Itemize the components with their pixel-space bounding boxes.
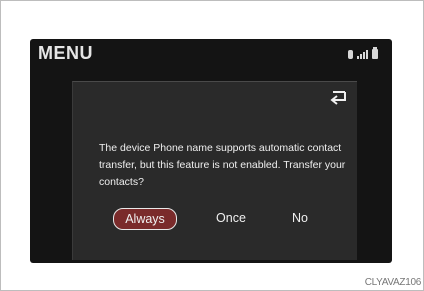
always-button[interactable]: Always xyxy=(113,208,177,230)
contact-transfer-dialog: The device Phone name supports automatic… xyxy=(72,81,357,260)
bluetooth-icon xyxy=(348,50,353,59)
no-button[interactable]: No xyxy=(285,208,315,228)
back-button[interactable] xyxy=(325,86,351,106)
back-arrow-icon xyxy=(330,91,346,105)
menu-title: MENU xyxy=(38,43,93,63)
display-screen: MENU The device Phone name supports auto… xyxy=(30,39,392,263)
dialog-message: The device Phone name supports automatic… xyxy=(99,142,346,188)
figure-frame: MENU The device Phone name supports auto… xyxy=(0,0,424,291)
option-row: Always Once No xyxy=(113,208,353,230)
status-bar xyxy=(348,47,378,59)
figure-caption: CLYAVAZ106 xyxy=(364,277,422,288)
once-button[interactable]: Once xyxy=(209,208,253,228)
signal-icon xyxy=(357,50,368,59)
battery-icon xyxy=(372,47,378,59)
